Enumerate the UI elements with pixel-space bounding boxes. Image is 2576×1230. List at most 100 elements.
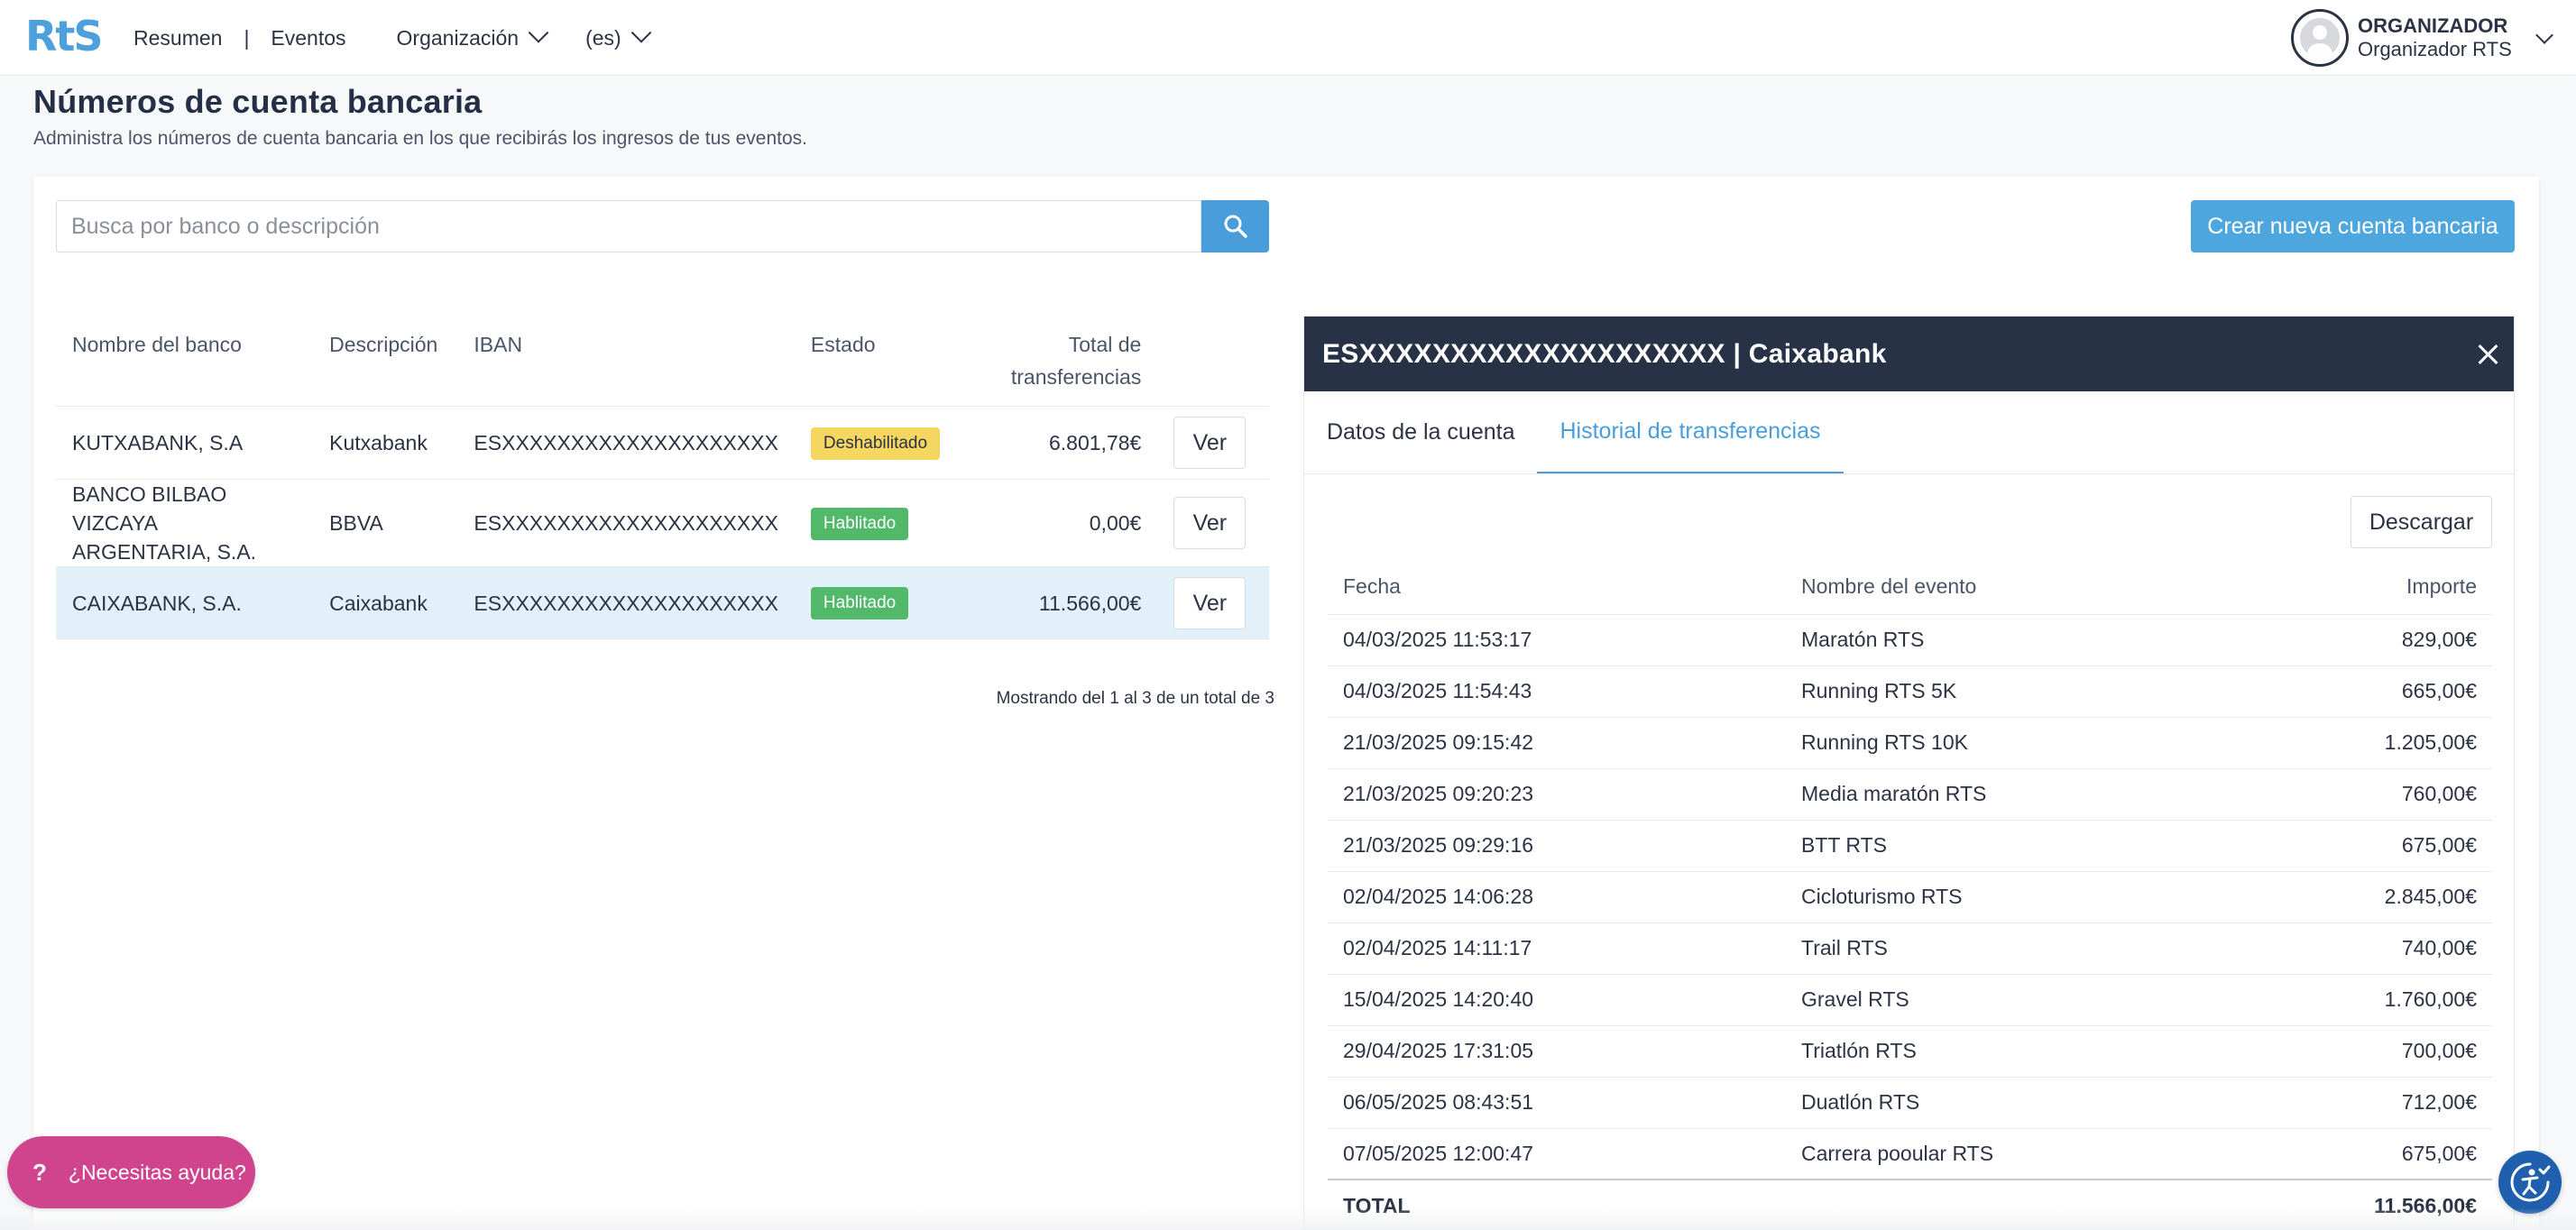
transfer-amount: 700,00€ — [2282, 1025, 2492, 1078]
pagination-info: Mostrando del 1 al 3 de un total de 3 — [996, 689, 1274, 708]
help-button[interactable]: ? ¿Necesitas ayuda? — [7, 1136, 255, 1208]
chevron-down-icon — [2535, 26, 2553, 44]
nav-resumen[interactable]: Resumen — [133, 26, 222, 50]
table-row: 04/03/2025 11:54:43 Running RTS 5K 665,00€ — [1328, 665, 2492, 718]
app-logo[interactable]: RtS — [25, 12, 104, 60]
transfer-amount: 2.845,00€ — [2282, 871, 2492, 923]
logo-text: RtS — [25, 12, 104, 60]
column-header-event[interactable]: Nombre del evento — [1786, 560, 2282, 615]
transfer-date: 29/04/2025 17:31:05 — [1328, 1025, 1786, 1078]
status-badge: Hablitado — [810, 507, 909, 540]
search-field[interactable] — [56, 200, 1201, 252]
view-button[interactable]: Ver — [1173, 497, 1247, 549]
table-row[interactable]: KUTXABANK, S.A Kutxabank ESXXXXXXXXXXXXX… — [56, 406, 1269, 480]
chevron-down-icon — [528, 23, 549, 43]
table-row: 04/03/2025 11:53:17 Maratón RTS 829,00€ — [1328, 614, 2492, 666]
table-row[interactable]: BANCO BILBAO VIZCAYA ARGENTARIA, S.A. BB… — [56, 479, 1269, 567]
transfer-event: Gravel RTS — [1786, 974, 2282, 1026]
download-button[interactable]: Descargar — [2351, 496, 2492, 548]
table-row: 02/04/2025 14:06:28 Cicloturismo RTS 2.845… — [1328, 871, 2492, 923]
view-button[interactable]: Ver — [1173, 576, 1247, 629]
table-header-row: Nombre del banco Descripción IBAN Estado… — [56, 314, 1269, 407]
transfer-total: 11.566,00€ — [971, 566, 1158, 639]
nav-organizacion-dropdown[interactable]: Organización — [396, 23, 549, 50]
tab-historial-transferencias[interactable]: Historial de transferencias — [1537, 391, 1844, 473]
transfer-total: 0,00€ — [971, 479, 1158, 567]
transfer-amount: 829,00€ — [2282, 614, 2492, 666]
nav-separator: | — [244, 25, 250, 50]
bank-name: BANCO BILBAO VIZCAYA ARGENTARIA, S.A. — [56, 479, 314, 567]
transfer-amount: 712,00€ — [2282, 1077, 2492, 1129]
transfer-event: Running RTS 10K — [1786, 717, 2282, 769]
transfer-date: 07/05/2025 12:00:47 — [1328, 1128, 1786, 1180]
table-row-selected[interactable]: CAIXABANK, S.A. Caixabank ESXXXXXXXXXXXX… — [56, 566, 1269, 639]
transfer-date: 04/03/2025 11:54:43 — [1328, 665, 1786, 718]
transfer-date: 04/03/2025 11:53:17 — [1328, 614, 1786, 666]
create-bank-account-button[interactable]: Crear nueva cuenta bancaria — [2191, 200, 2515, 252]
status-badge: Deshabilitado — [810, 427, 941, 460]
page-subtitle: Administra los números de cuenta bancari… — [33, 128, 807, 149]
transfer-total: 6.801,78€ — [971, 406, 1158, 480]
user-name: Organizador RTS — [2358, 38, 2512, 60]
nav-eventos[interactable]: Eventos — [271, 26, 345, 50]
column-header-status[interactable]: Estado — [794, 314, 972, 407]
bank-iban: ESXXXXXXXXXXXXXXXXXXXX — [457, 479, 795, 567]
bank-description: Caixabank — [313, 566, 458, 639]
bank-description: Kutxabank — [313, 406, 458, 480]
total-value: 11.566,00€ — [2282, 1179, 2492, 1230]
user-avatar-icon — [2291, 9, 2349, 67]
page-title: Números de cuenta bancaria — [33, 83, 483, 120]
main-nav: Resumen | Eventos Organización (es) — [133, 0, 652, 76]
transfer-amount: 740,00€ — [2282, 922, 2492, 975]
transfer-date: 06/05/2025 08:43:51 — [1328, 1077, 1786, 1129]
panel-tabs: Datos de la cuenta Historial de transfer… — [1304, 391, 2514, 474]
action-cell: Ver — [1157, 566, 1269, 639]
table-row: 06/05/2025 08:43:51 Duatlón RTS 712,00€ — [1328, 1077, 2492, 1129]
language-label: (es) — [585, 25, 621, 50]
column-header-date[interactable]: Fecha — [1328, 560, 1786, 615]
column-header-total[interactable]: Total de transferencias — [971, 314, 1158, 407]
view-button[interactable]: Ver — [1173, 417, 1247, 469]
table-row: 02/04/2025 14:11:17 Trail RTS 740,00€ — [1328, 922, 2492, 975]
transfer-date: 21/03/2025 09:20:23 — [1328, 768, 1786, 821]
transfer-amount: 675,00€ — [2282, 1128, 2492, 1180]
search-button[interactable] — [1201, 200, 1269, 252]
transfer-event: Triatlón RTS — [1786, 1025, 2282, 1078]
transfer-date: 02/04/2025 14:11:17 — [1328, 922, 1786, 975]
table-row: 21/03/2025 09:15:42 Running RTS 10K 1.205,… — [1328, 717, 2492, 769]
total-label: TOTAL — [1328, 1179, 1786, 1230]
account-detail-panel: ESXXXXXXXXXXXXXXXXXXXX | Caixabank Datos… — [1303, 316, 2515, 1230]
table-row: 07/05/2025 12:00:47 Carrera pooular RTS 67… — [1328, 1128, 2492, 1180]
user-info: ORGANIZADOR Organizador RTS — [2358, 14, 2512, 61]
status-cell: Deshabilitado — [794, 406, 972, 480]
column-header-bank[interactable]: Nombre del banco — [56, 314, 314, 407]
column-header-description[interactable]: Descripción — [313, 314, 458, 407]
table-row: 21/03/2025 09:29:16 BTT RTS 675,00€ — [1328, 820, 2492, 872]
search-input[interactable] — [57, 201, 1201, 252]
panel-header: ESXXXXXXXXXXXXXXXXXXXX | Caixabank — [1304, 317, 2514, 391]
language-dropdown[interactable]: (es) — [585, 23, 652, 50]
transfer-event: Cicloturismo RTS — [1786, 871, 2282, 923]
transfer-date: 02/04/2025 14:06:28 — [1328, 871, 1786, 923]
user-menu[interactable]: ORGANIZADOR Organizador RTS — [2278, 0, 2576, 76]
tab-datos-cuenta[interactable]: Datos de la cuenta — [1304, 391, 1537, 473]
bank-name: CAIXABANK, S.A. — [56, 566, 314, 639]
transfer-event: Trail RTS — [1786, 922, 2282, 975]
bank-accounts-table: Nombre del banco Descripción IBAN Estado… — [56, 314, 1269, 639]
column-header-amount[interactable]: Importe — [2282, 560, 2492, 615]
transfers-table: Fecha Nombre del evento Importe 04/03/20… — [1328, 560, 2492, 1230]
bank-description: BBVA — [313, 479, 458, 567]
chevron-down-icon — [630, 23, 652, 43]
nav-organizacion-label: Organización — [396, 25, 520, 50]
close-icon[interactable] — [2474, 340, 2501, 367]
table-row: 21/03/2025 09:20:23 Media maratón RTS 760,… — [1328, 768, 2492, 821]
help-label: ¿Necesitas ayuda? — [68, 1160, 246, 1184]
transfer-event: Maratón RTS — [1786, 614, 2282, 666]
column-header-actions — [1157, 314, 1269, 407]
bank-iban: ESXXXXXXXXXXXXXXXXXXXX — [457, 406, 795, 480]
column-header-iban[interactable]: IBAN — [457, 314, 795, 407]
help-icon: ? — [32, 1158, 47, 1186]
accessibility-button[interactable] — [2498, 1151, 2562, 1214]
transfer-event: Media maratón RTS — [1786, 768, 2282, 821]
total-row: TOTAL 11.566,00€ — [1328, 1179, 2492, 1230]
